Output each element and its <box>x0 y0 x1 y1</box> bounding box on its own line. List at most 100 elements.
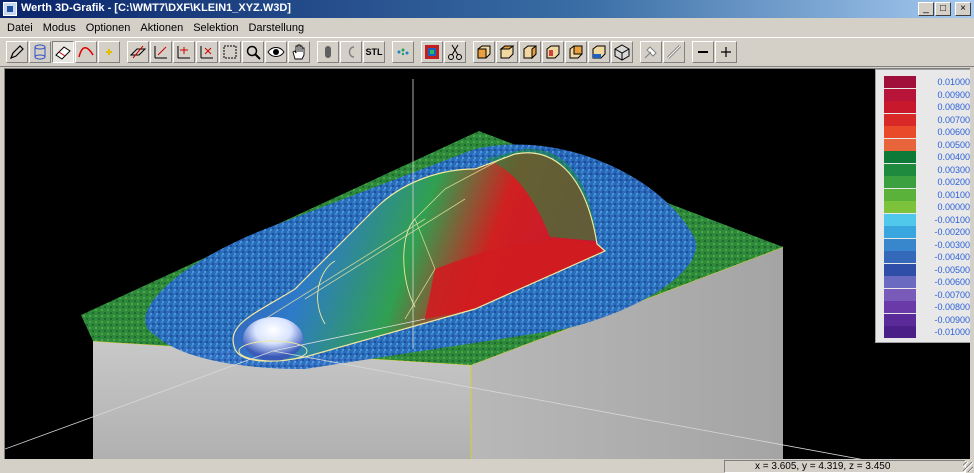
points-button[interactable] <box>392 41 414 63</box>
view-front-button[interactable] <box>473 41 495 63</box>
legend-swatch <box>884 251 916 263</box>
app-icon[interactable] <box>3 2 17 16</box>
legend-value: 0.00500 <box>937 139 970 150</box>
dome-feature <box>243 317 303 361</box>
legend-value: 0.00400 <box>937 152 970 162</box>
probe-button[interactable] <box>640 41 662 63</box>
legend-swatch <box>884 263 916 276</box>
menu-bar: Datei Modus Optionen Aktionen Selektion … <box>0 18 974 37</box>
point-icon <box>106 49 112 55</box>
zoom-button[interactable] <box>242 41 264 63</box>
legend-entry: 0.00000 <box>882 201 970 213</box>
point-button[interactable] <box>98 41 120 63</box>
legend-swatch <box>884 226 916 238</box>
legend-swatch <box>884 101 916 113</box>
scissors-icon <box>448 44 462 60</box>
legend-swatch <box>884 76 916 88</box>
stl-icon: STL <box>365 47 383 57</box>
view-left-button[interactable] <box>542 41 564 63</box>
menu-aktionen[interactable]: Aktionen <box>136 22 189 34</box>
axis-xy-button[interactable] <box>150 41 172 63</box>
legend-value: 0.00300 <box>937 164 970 175</box>
legend-value: -0.00100 <box>934 214 970 225</box>
zoom-in-button[interactable] <box>715 41 737 63</box>
cube-back-icon <box>569 45 583 59</box>
legend-swatch <box>884 113 916 126</box>
view-top-button[interactable] <box>496 41 518 63</box>
cylinder-icon <box>34 44 46 60</box>
cylinder-button[interactable] <box>29 41 51 63</box>
axis-yz-button[interactable] <box>196 41 218 63</box>
axis-xz-icon <box>177 46 190 59</box>
legend-value: 0.00000 <box>937 202 970 212</box>
menu-datei[interactable]: Datei <box>3 22 39 34</box>
legend-swatch <box>884 213 916 226</box>
pencil-button[interactable] <box>6 41 28 63</box>
resize-grip[interactable] <box>963 462 973 472</box>
legend-swatch <box>884 313 916 326</box>
cube-top-icon <box>499 45 515 59</box>
eye-icon <box>267 47 285 57</box>
plane-icon <box>129 45 147 59</box>
view-right-button[interactable] <box>519 41 541 63</box>
cylinder-outline-icon <box>348 46 355 58</box>
view-iso-button[interactable] <box>611 41 633 63</box>
eye-button[interactable] <box>265 41 287 63</box>
zoom-out-button[interactable] <box>692 41 714 63</box>
palette-button[interactable] <box>421 41 443 63</box>
curve-button[interactable] <box>75 41 97 63</box>
view-bottom-button[interactable] <box>588 41 610 63</box>
menu-darstellung[interactable]: Darstellung <box>244 22 310 34</box>
axis-xy-icon <box>154 46 167 59</box>
minimize-button[interactable]: _ <box>918 2 934 16</box>
plane-button[interactable] <box>127 41 149 63</box>
legend-swatch <box>884 163 916 176</box>
legend-swatch <box>884 201 916 213</box>
close-button[interactable]: × <box>955 2 971 16</box>
legend-value: 0.00600 <box>937 127 970 137</box>
legend-entry: 0.00100 <box>882 188 970 201</box>
legend-value: -0.00700 <box>934 289 970 300</box>
legend-entry: 0.00400 <box>882 151 970 163</box>
curve-icon <box>78 47 94 58</box>
legend-value: -0.00400 <box>934 252 970 262</box>
3d-viewport[interactable]: 0.01000 0.00900 0.00800 0.00700 0.00600 0.005… <box>4 68 970 459</box>
title-bar[interactable]: Werth 3D-Grafik - [C:\WMT7\DXF\KLEIN1_XY… <box>0 0 974 18</box>
legend-swatch <box>884 288 916 301</box>
zoom-icon <box>246 45 261 60</box>
cube-front-icon <box>477 45 491 59</box>
select-box-button[interactable] <box>219 41 241 63</box>
legend-entry: 0.00900 <box>882 88 970 101</box>
hand-button[interactable] <box>288 41 310 63</box>
legend-value: -0.00600 <box>934 277 970 287</box>
view-back-button[interactable] <box>565 41 587 63</box>
color-scale-legend: 0.01000 0.00900 0.00800 0.00700 0.00600 0.005… <box>875 69 970 343</box>
cylinder-outline-button[interactable] <box>340 41 362 63</box>
probe-alt-icon <box>666 44 682 60</box>
legend-entry: -0.01000 <box>882 326 970 338</box>
legend-value: 0.00700 <box>937 114 970 125</box>
axis-xz-button[interactable] <box>173 41 195 63</box>
3d-scene[interactable] <box>5 69 970 459</box>
cube-left-icon <box>546 45 560 59</box>
stl-button[interactable]: STL <box>363 41 385 63</box>
legend-swatch <box>884 88 916 101</box>
eraser-icon <box>55 46 71 60</box>
menu-optionen[interactable]: Optionen <box>82 22 137 34</box>
legend-value: 0.00900 <box>937 89 970 100</box>
scissors-button[interactable] <box>444 41 466 63</box>
legend-swatch <box>884 326 916 338</box>
legend-entry: 0.01000 <box>882 76 970 88</box>
menu-modus[interactable]: Modus <box>39 22 82 34</box>
cylinder-solid-button[interactable] <box>317 41 339 63</box>
menu-selektion[interactable]: Selektion <box>189 22 244 34</box>
legend-value: 0.01000 <box>937 77 970 87</box>
legend-entry: 0.00300 <box>882 163 970 176</box>
legend-value: 0.00800 <box>937 102 970 112</box>
legend-value: -0.00900 <box>934 314 970 325</box>
legend-value: -0.00500 <box>934 264 970 275</box>
eraser-button[interactable] <box>52 41 74 63</box>
legend-swatch <box>884 188 916 201</box>
maximize-button[interactable]: □ <box>935 2 951 16</box>
probe-alt-button[interactable] <box>663 41 685 63</box>
